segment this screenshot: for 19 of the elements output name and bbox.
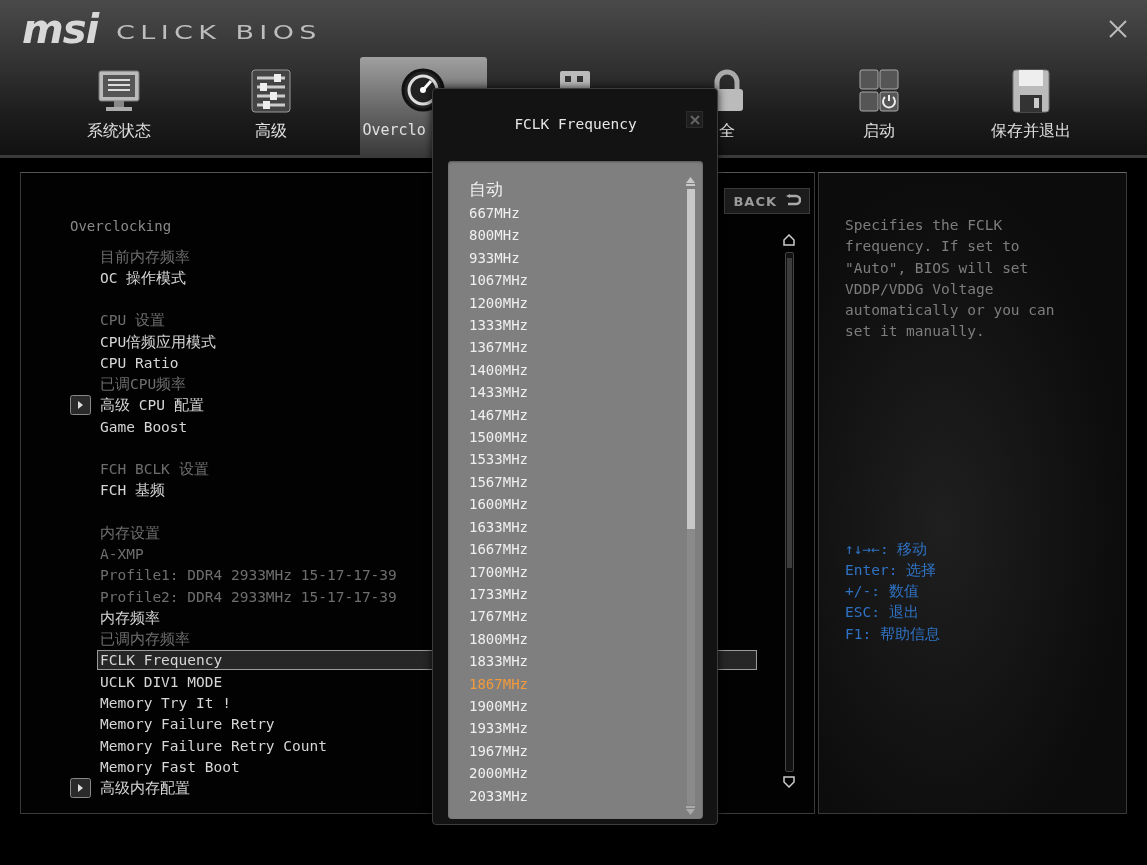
dialog-title: FCLK Frequency [514, 116, 637, 132]
key-hint: ESC: 退出 [845, 603, 919, 623]
logo: msi [22, 8, 99, 49]
info-label: Profile1: DDR4 2933MHz 15-17-17-39 [100, 566, 397, 585]
help-text: Specifies the FCLK frequency. If set to "Auto", BIOS will set VDDP/VDDG Voltage automatically or you can set it manually. [845, 216, 1056, 342]
info-label: CPU 设置 [100, 311, 165, 330]
key-hint: ↑↓→←: 移动 [845, 539, 928, 559]
info-label: FCH BCLK 设置 [100, 460, 209, 478]
key-hint: +/-: 数值 [845, 582, 919, 602]
info-label: 已调内存频率 [100, 630, 190, 649]
key-hint: Enter: 选择 [845, 560, 937, 580]
info-label: Profile2: DDR4 2933MHz 15-17-17-39 [100, 587, 397, 606]
section-heading: Overclocking [70, 217, 172, 236]
key-hint: F1: 帮助信息 [845, 624, 940, 644]
info-label: 目前内存频率 [100, 247, 190, 266]
product-name: CLICK BIOS [116, 19, 323, 44]
info-label: A-XMP [100, 544, 144, 563]
info-label: 已调CPU频率 [100, 375, 187, 394]
info-label: 内存设置 [100, 523, 160, 542]
